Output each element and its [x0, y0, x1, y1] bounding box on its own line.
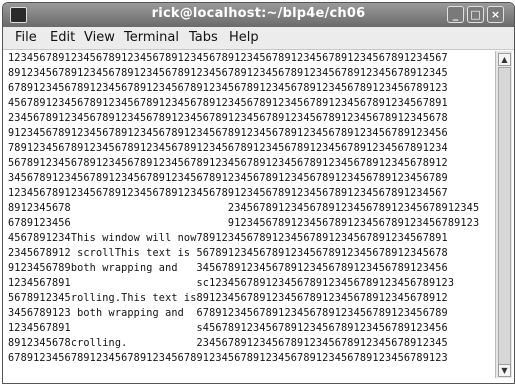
terminal-line: 6789123456 91234567891234567891234567891…	[8, 218, 480, 229]
terminal-line: 8912345678912345678912345678912345678912…	[8, 68, 448, 79]
terminal-line: 1234567891 sc123456789123456789123456789…	[8, 278, 455, 289]
terminal-line: 4567891234This window will now7891234567…	[8, 233, 448, 244]
terminal-line: 1234567891234567891234567891234567891234…	[8, 188, 448, 199]
terminal-line: 1234567891234567891234567891234567891234…	[8, 53, 448, 64]
close-button[interactable]: ×	[487, 6, 504, 23]
menu-help[interactable]: Help	[229, 30, 259, 45]
terminal-line: 8912345678crolling. 23456789123456789123…	[8, 338, 448, 349]
terminal-line: 9123456789both wrapping and 345678912345…	[8, 263, 448, 274]
menu-terminal[interactable]: Terminal	[124, 30, 179, 45]
terminal-window: rick@localhost:~/blp4e/ch06 _ □ × File E…	[2, 2, 515, 384]
terminal-output[interactable]: 1234567891234567891234567891234567891234…	[8, 51, 492, 377]
window-title: rick@localhost:~/blp4e/ch06	[151, 6, 366, 21]
menu-edit[interactable]: Edit	[50, 30, 75, 45]
menu-file[interactable]: File	[15, 30, 37, 45]
scroll-down-arrow-icon[interactable]: ▼	[498, 364, 511, 377]
terminal-line: 2345678912 scrollThis text is 5678912345…	[8, 248, 448, 259]
terminal-line: 6789123456789123456789123456789123456789…	[8, 83, 448, 94]
terminal-line: 3456789123456789123456789123456789123456…	[8, 173, 448, 184]
menu-tabs[interactable]: Tabs	[189, 30, 218, 45]
vertical-scrollbar[interactable]: ▲ ▼	[495, 51, 512, 378]
terminal-line: 5678912345rolling.This text is8912345678…	[8, 293, 448, 304]
maximize-button[interactable]: □	[467, 6, 484, 23]
terminal-line: 8912345678 23456789123456789123456789123…	[8, 203, 480, 214]
terminal-line: 2345678912345678912345678912345678912345…	[8, 113, 448, 124]
menu-view[interactable]: View	[84, 30, 115, 45]
terminal-line: 9123456789123456789123456789123456789123…	[8, 128, 448, 139]
title-bar[interactable]: rick@localhost:~/blp4e/ch06 _ □ ×	[3, 3, 514, 27]
terminal-line: 4567891234567891234567891234567891234567…	[8, 98, 448, 109]
minimize-button[interactable]: _	[447, 6, 464, 23]
terminal-line: 3456789123 both wrapping and 67891234567…	[8, 308, 448, 319]
menu-bar: File Edit View Terminal Tabs Help	[3, 27, 514, 50]
scroll-up-arrow-icon[interactable]: ▲	[498, 53, 511, 66]
scrollbar-thumb[interactable]	[498, 67, 511, 365]
terminal-line: 5678912345678912345678912345678912345678…	[8, 158, 448, 169]
terminal-line: 7891234567891234567891234567891234567891…	[8, 143, 448, 154]
terminal-line: 1234567891 s4567891234567891234567891234…	[8, 323, 448, 334]
terminal-line: 6789123456789123456789123456789123456789…	[8, 353, 448, 364]
